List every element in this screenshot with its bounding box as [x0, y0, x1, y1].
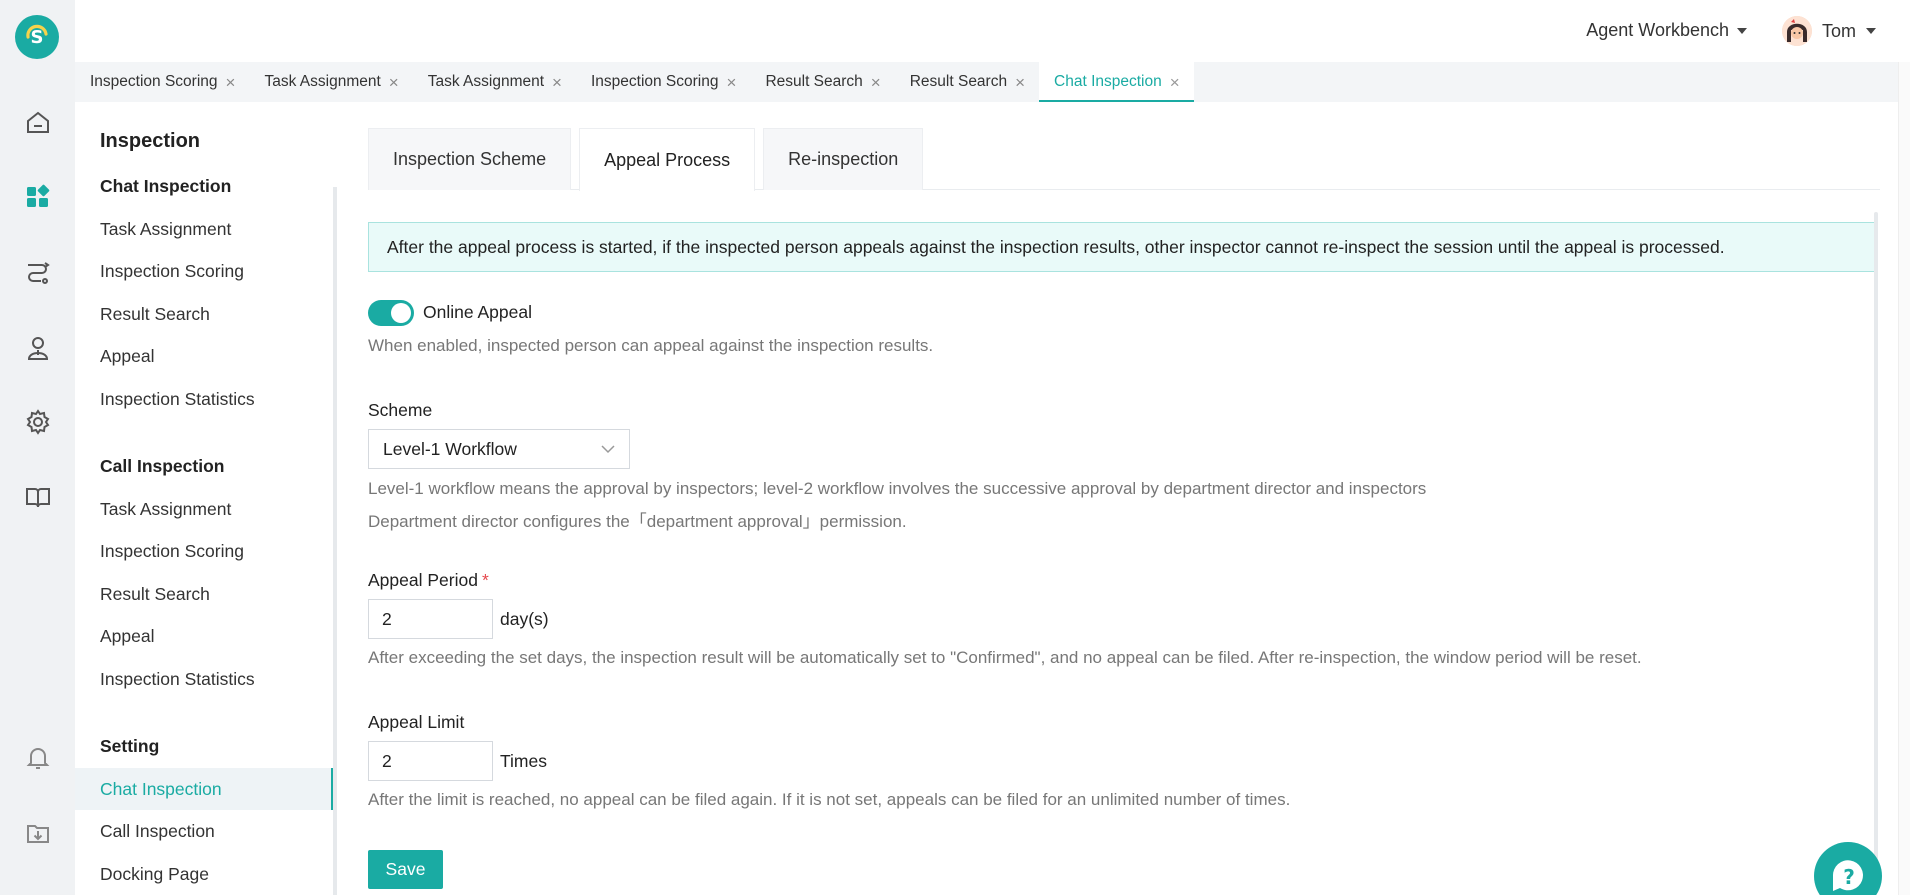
appeal-period-help: After exceeding the set days, the inspec… [368, 648, 1642, 667]
main-scrollbar[interactable] [1874, 212, 1878, 877]
tab-inspection-scheme[interactable]: Inspection Scheme [368, 128, 572, 190]
appeal-period-label: Appeal Period * [368, 570, 489, 591]
page-tab[interactable]: Inspection Scoring × [576, 62, 750, 102]
scheme-select[interactable]: Level-1 Workflow [368, 429, 630, 469]
secondary-sidebar: Inspection Chat Inspection Task Assignme… [75, 102, 337, 895]
sidebar-section-heading: Chat Inspection [100, 176, 232, 196]
online-appeal-help: When enabled, inspected person can appea… [368, 336, 934, 355]
required-mark: * [481, 570, 489, 590]
book-icon[interactable] [23, 482, 53, 512]
sidebar-item[interactable]: Result Search [75, 293, 332, 335]
online-appeal-toggle[interactable] [368, 300, 414, 326]
svg-text:?: ? [1843, 865, 1855, 889]
gear-icon[interactable] [23, 407, 53, 437]
content-tabs: Inspection Scheme Appeal Process Re-insp… [368, 128, 1880, 191]
close-icon[interactable]: × [1170, 74, 1180, 91]
scheme-help-1: Level-1 workflow means the approval by i… [368, 479, 1427, 498]
app-logo[interactable]: S [15, 15, 59, 59]
sidebar-item[interactable]: Docking Page [75, 853, 332, 895]
appeal-period-unit: day(s) [500, 609, 549, 629]
agent-icon[interactable] [23, 333, 53, 363]
page-tab[interactable]: Result Search × [750, 62, 894, 102]
appeal-limit-help: After the limit is reached, no appeal ca… [368, 790, 1291, 809]
help-button[interactable]: ? [1814, 842, 1882, 895]
scheme-help-2: Department director configures the「depar… [368, 512, 907, 531]
close-icon[interactable]: × [871, 74, 881, 91]
page-tab-label: Task Assignment [427, 73, 545, 90]
appeal-limit-unit: Times [500, 751, 547, 771]
scheme-select-value: Level-1 Workflow [383, 438, 517, 459]
page-tab-strip: Inspection Scoring × Task Assignment × Tas… [75, 62, 1910, 102]
online-appeal-label: Online Appeal [423, 302, 532, 322]
close-icon[interactable]: × [389, 74, 399, 91]
appeal-limit-input[interactable]: 2 [368, 741, 493, 781]
close-icon[interactable]: × [727, 74, 737, 91]
sidebar-item[interactable]: Appeal [75, 615, 332, 657]
sidebar-item[interactable]: Call Inspection [75, 810, 332, 852]
sidebar-item[interactable]: Task Assignment [75, 208, 332, 250]
sidebar-title: Inspection [100, 130, 201, 152]
sidebar-section-heading: Setting [100, 736, 160, 756]
close-icon[interactable]: × [552, 74, 562, 91]
close-icon[interactable]: × [226, 74, 236, 91]
top-bar: Agent Workbench Tom [75, 0, 1910, 62]
workbench-label: Agent Workbench [1586, 20, 1729, 40]
chevron-down-icon [1737, 27, 1747, 34]
sidebar-item[interactable]: Inspection Statistics [75, 658, 332, 700]
sidebar-item-active[interactable]: Chat Inspection [75, 768, 333, 810]
tab-re-inspection[interactable]: Re-inspection [763, 128, 924, 190]
window-edge [1898, 62, 1910, 895]
chevron-down-icon [1866, 28, 1876, 34]
page-tab[interactable]: Task Assignment × [413, 62, 576, 102]
page-tab-active[interactable]: Chat Inspection × [1039, 62, 1194, 102]
user-menu[interactable]: Tom [1781, 16, 1876, 46]
page-tab-label: Result Search [909, 73, 1008, 90]
page-tab-label: Result Search [765, 73, 863, 90]
main-content: Inspection Scheme Appeal Process Re-insp… [337, 102, 1910, 895]
page-tab[interactable]: Inspection Scoring × [75, 62, 249, 102]
user-name: Tom [1821, 20, 1856, 41]
page-tab[interactable]: Task Assignment × [249, 62, 412, 102]
bell-icon[interactable] [23, 743, 53, 773]
sidebar-item[interactable]: Inspection Statistics [75, 378, 332, 420]
page-tab-label: Inspection Scoring [590, 73, 719, 90]
save-button[interactable]: Save [368, 850, 443, 889]
avatar [1781, 16, 1812, 46]
download-icon[interactable] [23, 818, 53, 848]
tab-appeal-process[interactable]: Appeal Process [579, 128, 756, 191]
sidebar-item[interactable]: Result Search [75, 573, 332, 615]
apps-icon[interactable] [23, 182, 53, 212]
close-icon[interactable]: × [1015, 74, 1025, 91]
page-tab-label: Inspection Scoring [90, 73, 218, 90]
page-tab-label: Chat Inspection [1054, 73, 1162, 90]
sidebar-section-heading: Call Inspection [100, 456, 225, 476]
appeal-limit-label: Appeal Limit [368, 712, 465, 732]
appeal-period-label-text: Appeal Period [368, 570, 478, 590]
sidebar-item[interactable]: Task Assignment [75, 488, 332, 530]
appeal-period-input[interactable]: 2 [368, 599, 493, 639]
sidebar-item[interactable]: Appeal [75, 335, 332, 377]
info-notice: After the appeal process is started, if … [368, 222, 1876, 272]
home-icon[interactable] [23, 108, 53, 138]
question-icon: ? [1832, 860, 1863, 891]
icon-rail: S [0, 0, 75, 895]
scheme-label: Scheme [368, 400, 433, 420]
sidebar-item[interactable]: Inspection Scoring [75, 530, 332, 572]
workbench-dropdown[interactable]: Agent Workbench [1586, 20, 1747, 41]
route-icon[interactable] [23, 257, 53, 287]
sidebar-item[interactable]: Inspection Scoring [75, 250, 332, 292]
page-tab[interactable]: Result Search × [895, 62, 1039, 102]
page-tab-label: Task Assignment [264, 73, 381, 90]
svg-text:S: S [31, 27, 44, 48]
chevron-down-icon [601, 445, 615, 454]
